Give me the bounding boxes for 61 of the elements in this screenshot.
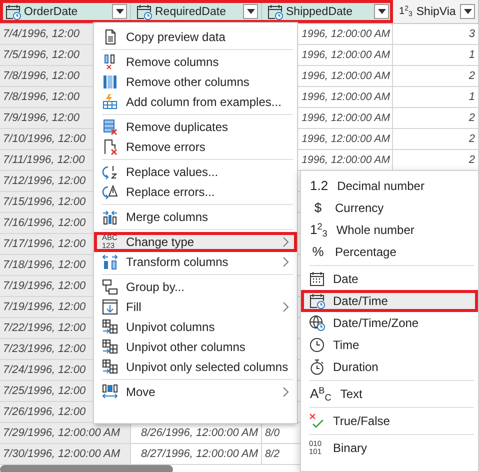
table-cell: 2 bbox=[393, 129, 479, 150]
calendar-clock-icon bbox=[309, 293, 325, 309]
table-cell: 1 bbox=[393, 87, 479, 108]
column-title: ShippedDate bbox=[286, 6, 354, 18]
menu-item[interactable]: Date/Time bbox=[301, 290, 478, 312]
table-cell: 2 bbox=[393, 108, 479, 129]
dropdown-button[interactable] bbox=[460, 4, 475, 19]
calendar-icon bbox=[309, 271, 325, 287]
caret-icon bbox=[246, 9, 254, 14]
column-title: RequiredDate bbox=[155, 6, 227, 18]
column-header[interactable]: RequiredDate bbox=[131, 0, 262, 23]
percent-icon: % bbox=[309, 242, 327, 262]
unpivot-icon bbox=[102, 319, 118, 335]
caret-icon bbox=[116, 9, 124, 14]
dropdown-button[interactable] bbox=[112, 4, 127, 19]
menu-item[interactable]: Duration bbox=[301, 356, 478, 378]
flag-x-icon bbox=[102, 139, 118, 155]
table-cell: 7/29/1996, 12:00:00 AM bbox=[0, 423, 131, 444]
menu-item[interactable]: Date bbox=[301, 268, 478, 290]
column-title: ShipVia bbox=[416, 6, 457, 18]
caret-icon bbox=[378, 9, 386, 14]
fill-down-icon bbox=[102, 299, 118, 315]
column-title: OrderDate bbox=[24, 6, 79, 18]
column-header[interactable]: 1$^{2}$$_{3}$ ShipVia bbox=[393, 0, 479, 23]
unpivot-icon bbox=[102, 339, 118, 355]
clock-icon bbox=[309, 337, 325, 353]
columns-icon bbox=[102, 74, 118, 90]
replace-warning-icon bbox=[102, 184, 118, 200]
merge-columns-icon bbox=[102, 209, 118, 225]
menu-item[interactable]: A$^{B}$$_{C}$ Text bbox=[301, 383, 478, 405]
menu-item[interactable]: % Percentage bbox=[301, 241, 478, 263]
column-header[interactable]: ShippedDate bbox=[262, 0, 393, 23]
column-header[interactable]: OrderDate bbox=[0, 0, 131, 23]
menu-item[interactable]: Date/Time/Zone bbox=[301, 312, 478, 334]
menu-item[interactable]: 1$^{2}$$_{3}$ Whole number bbox=[301, 219, 478, 241]
table-cell: 3 bbox=[393, 24, 479, 45]
stopwatch-icon bbox=[309, 359, 325, 375]
unpivot-icon bbox=[102, 359, 118, 375]
menu-item[interactable]: 1.2 Decimal number bbox=[301, 175, 478, 197]
menu-item[interactable]: $ Currency bbox=[301, 197, 478, 219]
table-x-icon bbox=[102, 119, 118, 135]
calendar-clock-icon bbox=[136, 4, 152, 20]
table-cell: 7/30/1996, 12:00:00 AM bbox=[0, 444, 131, 465]
caret-icon bbox=[464, 9, 472, 14]
calendar-clock-icon bbox=[267, 4, 283, 20]
table-cell: 1 bbox=[393, 45, 479, 66]
menu-item[interactable]: Time bbox=[301, 334, 478, 356]
scrollbar-thumb[interactable] bbox=[0, 465, 173, 472]
transform-columns-icon bbox=[102, 254, 118, 270]
replace-icon bbox=[102, 164, 118, 180]
globe-clock-icon bbox=[309, 315, 325, 331]
grid-lightning-icon bbox=[102, 94, 118, 110]
move-columns-icon bbox=[102, 384, 118, 400]
dropdown-button[interactable] bbox=[243, 4, 258, 19]
currency-icon: $ bbox=[309, 198, 327, 218]
check-cross-icon bbox=[309, 413, 325, 429]
calendar-clock-icon bbox=[5, 4, 21, 20]
dropdown-button[interactable] bbox=[374, 4, 389, 19]
decimal-icon: 1.2 bbox=[309, 176, 330, 196]
table-cell: 2 bbox=[393, 66, 479, 87]
group-by-icon bbox=[102, 279, 118, 295]
